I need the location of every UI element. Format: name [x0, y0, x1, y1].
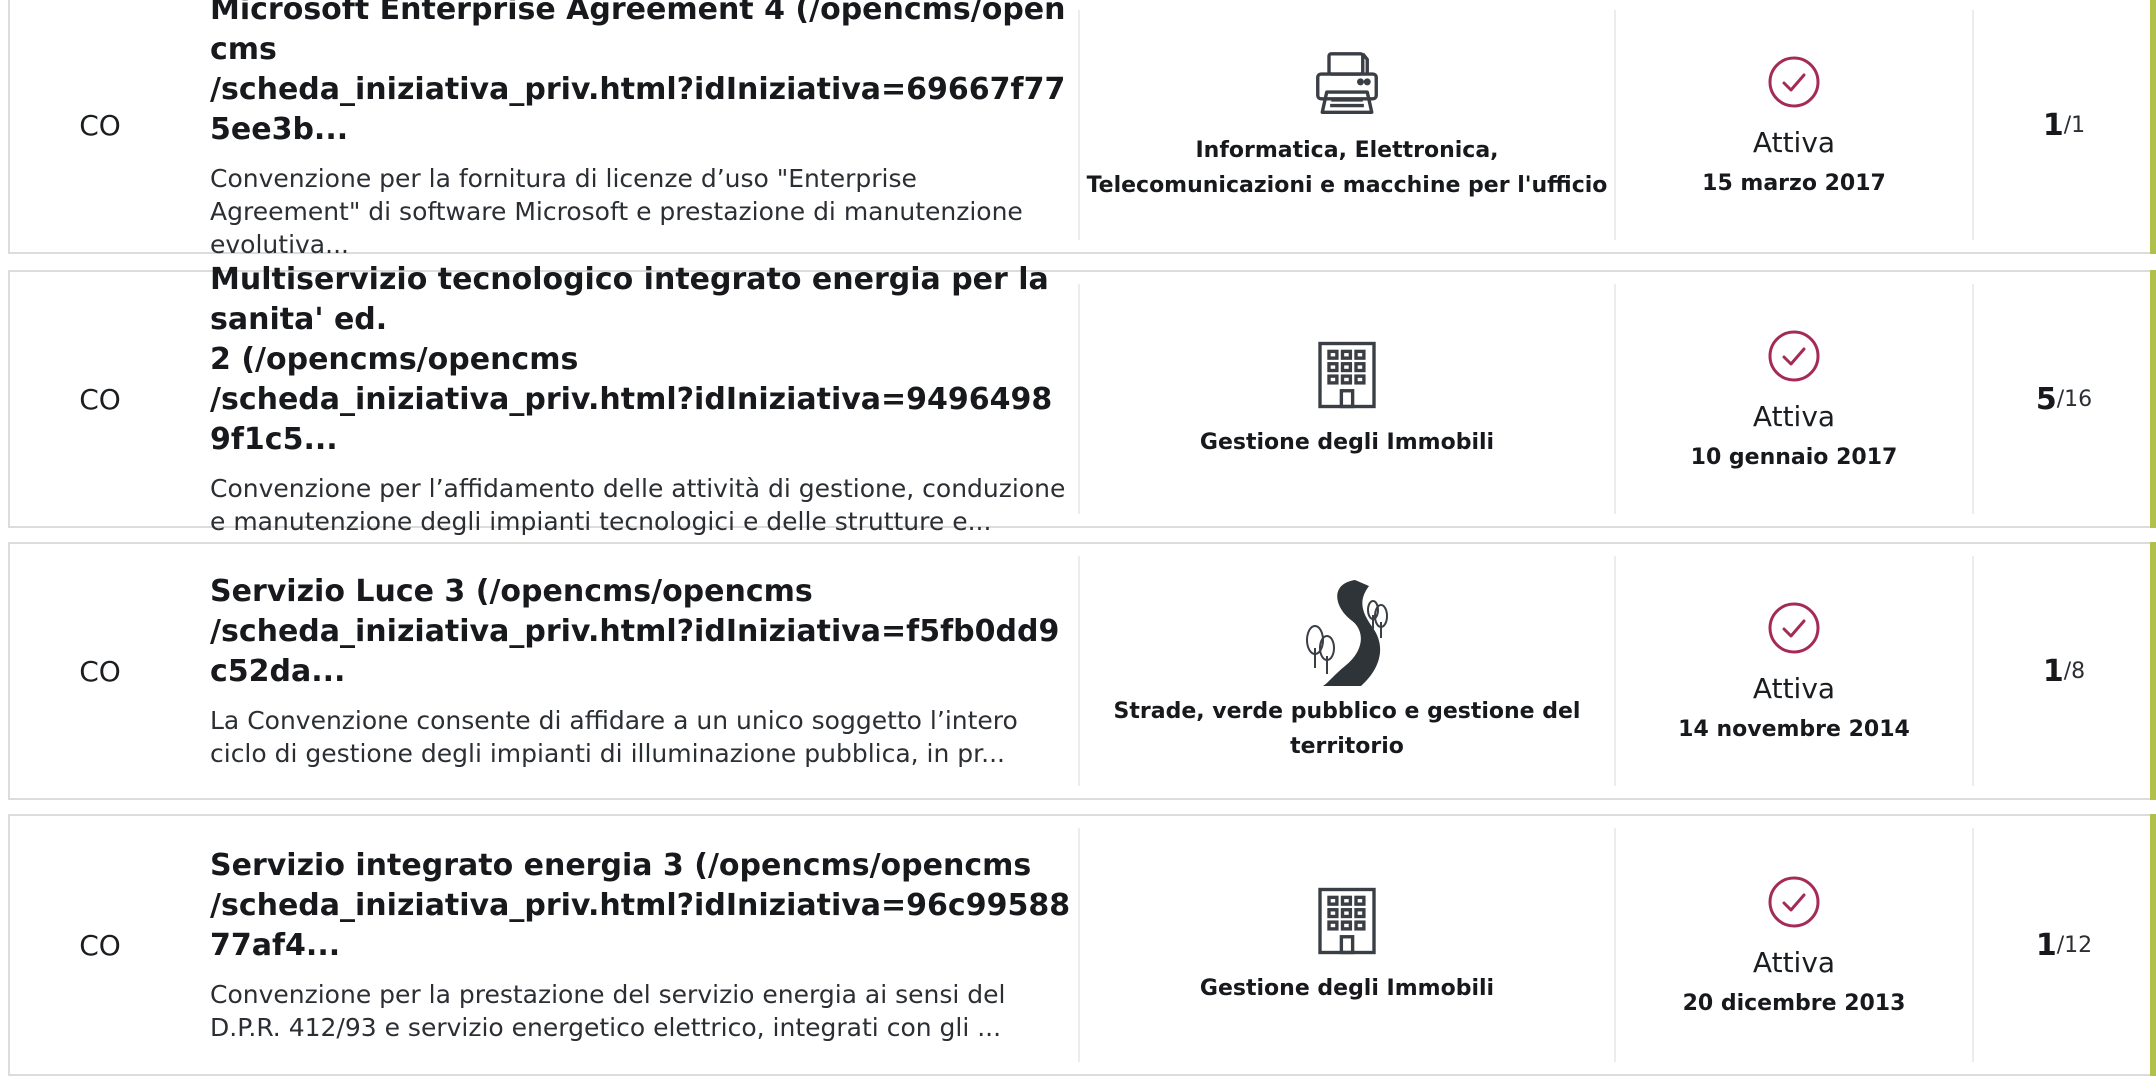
lot-count: 5/16 — [1976, 272, 2152, 526]
lot-total: /12 — [2056, 932, 2093, 958]
column-divider — [1078, 10, 1080, 240]
initiative-type: CO — [79, 654, 121, 688]
column-divider — [1614, 10, 1616, 240]
initiative-description: Convenzione per l’affidamento delle atti… — [210, 474, 1066, 536]
status-date: 10 gennaio 2017 — [1690, 444, 1898, 470]
building-icon — [1318, 887, 1376, 954]
initiative-description: La Convenzione consente di affidare a un… — [210, 706, 1018, 768]
column-divider — [1614, 284, 1616, 514]
column-divider — [1078, 556, 1080, 786]
lot-current: 1 — [2042, 653, 2064, 689]
column-divider — [1078, 828, 1080, 1062]
status-date: 14 novembre 2014 — [1678, 716, 1910, 742]
initiative-title-link[interactable]: Microsoft Enterprise Agreement 4 (/openc… — [210, 0, 1072, 150]
lot-count: 1/12 — [1976, 816, 2152, 1074]
initiative-type: CO — [79, 108, 121, 142]
initiative-type: CO — [79, 382, 121, 416]
initiative-title-link[interactable]: Servizio Luce 3 (/opencms/opencms /sched… — [210, 572, 1072, 692]
lot-total: /8 — [2063, 658, 2086, 684]
category-label: Gestione degli Immobili — [1199, 975, 1495, 1001]
building-icon — [1318, 341, 1376, 408]
check-circle-icon — [1768, 56, 1820, 107]
initiative-row[interactable]: CO Multiservizio tecnologico integrato e… — [8, 262, 2156, 536]
status-date: 15 marzo 2017 — [1702, 170, 1886, 196]
status-label: Attiva — [1752, 671, 1836, 705]
lot-count: 1/8 — [1976, 544, 2152, 798]
column-divider — [1972, 828, 1974, 1062]
printer-icon — [1316, 52, 1378, 114]
lot-current: 5 — [2035, 381, 2057, 417]
status-label: Attiva — [1752, 399, 1836, 433]
road-trees-icon — [1306, 580, 1388, 686]
lot-current: 1 — [2035, 927, 2057, 963]
initiative-description: Convenzione per la prestazione del servi… — [210, 980, 1006, 1042]
category-label: Gestione degli Immobili — [1199, 429, 1495, 455]
check-circle-icon — [1768, 330, 1820, 381]
check-circle-icon — [1768, 876, 1820, 927]
status-label: Attiva — [1752, 125, 1836, 159]
initiative-row[interactable]: CO Servizio Luce 3 (/opencms/opencms /sc… — [8, 542, 2156, 800]
initiative-description: Convenzione per la fornitura di licenze … — [210, 163, 1023, 259]
initiative-title-link[interactable]: Multiservizio tecnologico integrato ener… — [210, 260, 1072, 460]
column-divider — [1078, 284, 1080, 514]
column-divider — [1614, 828, 1616, 1062]
category-label: Informatica, Elettronica, Telecomunicazi… — [1086, 138, 1608, 198]
status-label: Attiva — [1752, 945, 1836, 979]
initiative-row[interactable]: CO Microsoft Enterprise Agreement 4 (/op… — [8, 0, 2156, 259]
lot-current: 1 — [2042, 107, 2064, 143]
column-divider — [1972, 284, 1974, 514]
lot-total: /1 — [2063, 112, 2086, 138]
initiative-row[interactable]: CO Servizio integrato energia 3 (/opencm… — [8, 814, 2156, 1076]
initiative-type: CO — [79, 928, 121, 962]
column-divider — [1972, 556, 1974, 786]
column-divider — [1972, 10, 1974, 240]
lot-count: 1/1 — [1976, 0, 2152, 252]
lot-total: /16 — [2056, 386, 2093, 412]
category-label: Strade, verde pubblico e gestione del te… — [1113, 699, 1581, 759]
status-date: 20 dicembre 2013 — [1682, 990, 1906, 1016]
check-circle-icon — [1768, 602, 1820, 653]
column-divider — [1614, 556, 1616, 786]
initiative-title-link[interactable]: Servizio integrato energia 3 (/opencms/o… — [210, 846, 1072, 966]
